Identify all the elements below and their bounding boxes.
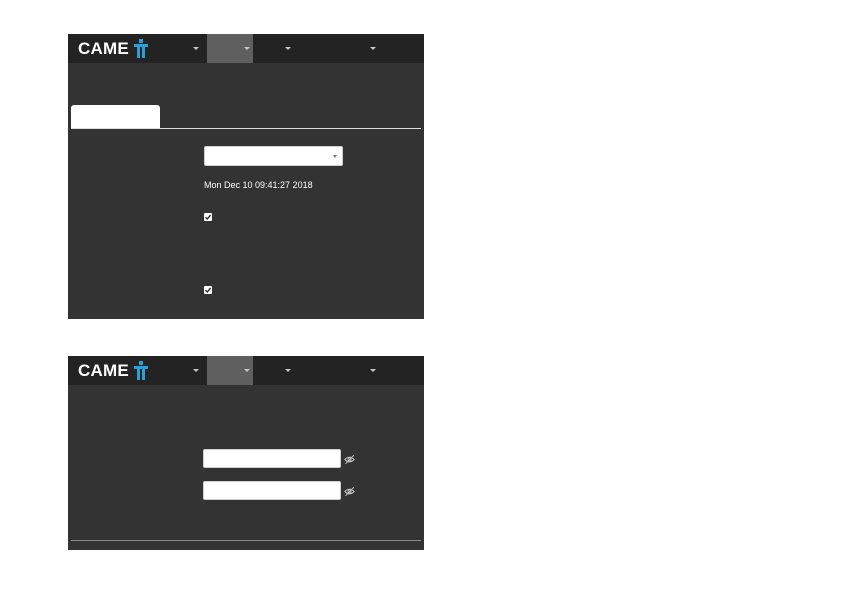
chevron-down-icon bbox=[370, 47, 376, 50]
tab-divider bbox=[71, 128, 421, 129]
chevron-down-icon bbox=[285, 369, 291, 372]
chevron-down-icon bbox=[285, 47, 291, 50]
checkmark-icon bbox=[205, 214, 212, 221]
menu-dropdown-1[interactable] bbox=[186, 34, 206, 63]
checkbox-2[interactable] bbox=[204, 286, 212, 294]
password-input-2[interactable] bbox=[203, 481, 341, 500]
tab-active[interactable] bbox=[71, 105, 160, 128]
logo-text: CAME bbox=[78, 361, 129, 380]
menu-dropdown-2-active[interactable] bbox=[207, 34, 253, 63]
dropdown-arrow-icon bbox=[333, 155, 337, 158]
top-navigation-bar: CAME bbox=[68, 34, 424, 63]
menu-dropdown-1[interactable] bbox=[186, 356, 206, 385]
came-logo[interactable]: CAME bbox=[78, 360, 148, 382]
timezone-select[interactable] bbox=[204, 146, 343, 166]
chevron-down-icon bbox=[244, 369, 250, 372]
menu-dropdown-4[interactable] bbox=[365, 34, 381, 63]
came-logo[interactable]: CAME bbox=[78, 38, 148, 60]
logo-mark-icon bbox=[133, 39, 148, 59]
chevron-down-icon bbox=[370, 369, 376, 372]
top-navigation-bar: CAME bbox=[68, 356, 424, 385]
current-datetime: Mon Dec 10 09:41:27 2018 bbox=[204, 180, 313, 190]
menu-dropdown-3[interactable] bbox=[280, 34, 296, 63]
menu-dropdown-4[interactable] bbox=[365, 356, 381, 385]
settings-panel-datetime: CAME Mon Dec 10 09:41:27 2018 bbox=[68, 34, 424, 319]
bottom-divider bbox=[71, 540, 421, 541]
checkmark-icon bbox=[205, 287, 212, 294]
eye-slash-icon[interactable] bbox=[344, 454, 355, 465]
chevron-down-icon bbox=[193, 369, 199, 372]
menu-dropdown-2-active[interactable] bbox=[207, 356, 253, 385]
settings-panel-password: CAME bbox=[68, 356, 424, 550]
chevron-down-icon bbox=[193, 47, 199, 50]
password-input-1[interactable] bbox=[203, 449, 341, 468]
eye-slash-icon[interactable] bbox=[344, 486, 355, 497]
logo-text: CAME bbox=[78, 39, 129, 58]
logo-mark-icon bbox=[133, 361, 148, 381]
chevron-down-icon bbox=[244, 47, 250, 50]
checkbox-1[interactable] bbox=[204, 213, 212, 221]
menu-dropdown-3[interactable] bbox=[280, 356, 296, 385]
